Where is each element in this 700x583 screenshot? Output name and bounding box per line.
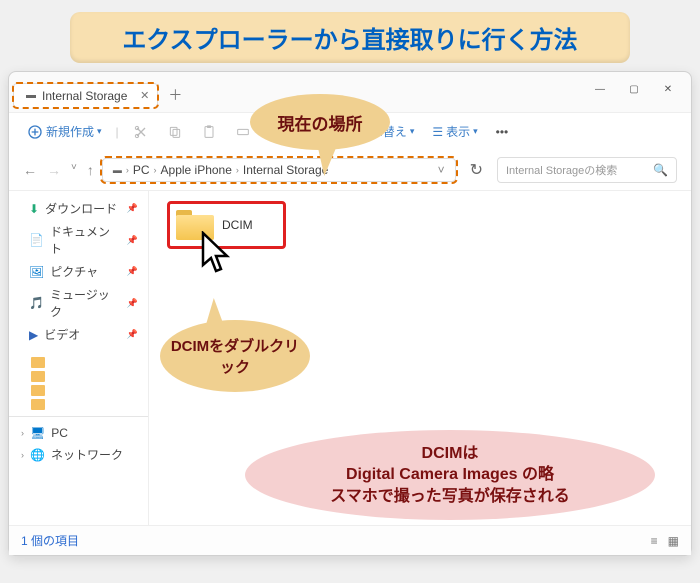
video-icon: ▶ (29, 328, 38, 342)
status-count: 1 個の項目 (21, 532, 79, 549)
sidebar-label: ミュージック (50, 286, 121, 320)
sidebar-label: ネットワーク (51, 446, 123, 463)
tab-title: Internal Storage (42, 89, 127, 103)
forward-button[interactable]: → (47, 162, 61, 178)
minimize-button[interactable]: — (583, 76, 617, 102)
sidebar-label: ドキュメント (50, 223, 121, 257)
download-icon: ⬇ (29, 202, 39, 216)
pin-icon: 📌 (127, 298, 138, 309)
cut-icon (133, 124, 149, 140)
paste-button[interactable] (197, 122, 221, 142)
view-details-button[interactable]: ≡ (651, 534, 658, 548)
drive-icon: ▬ (26, 90, 36, 101)
back-button[interactable]: ← (23, 162, 37, 178)
folder-icon[interactable] (31, 371, 45, 382)
folder-icon[interactable] (31, 357, 45, 368)
new-icon (27, 124, 43, 140)
document-icon: 📄 (29, 233, 44, 247)
sidebar-item-music[interactable]: 🎵 ミュージック 📌 (9, 283, 148, 323)
folder-icon (176, 210, 214, 240)
sidebar-item-network[interactable]: › 🌐 ネットワーク (9, 443, 148, 466)
new-label: 新規作成 (46, 123, 94, 140)
copy-icon (167, 124, 183, 140)
sidebar-label: ピクチャ (50, 263, 98, 280)
picture-icon: 🖼 (29, 265, 44, 279)
tab-internal-storage[interactable]: ▬ Internal Storage ✕ (13, 83, 158, 108)
dcim-folder[interactable]: DCIM (167, 201, 286, 249)
close-window-button[interactable]: ✕ (651, 76, 685, 102)
statusbar: 1 個の項目 ≡ ▦ (9, 525, 691, 555)
nav-arrows: ← → ˅ ↑ (23, 162, 94, 178)
callout-dcim-explanation: DCIMはDigital Camera Images の略スマホで撮った写真が保… (245, 430, 655, 520)
pc-icon: 🖥 (30, 426, 45, 440)
search-placeholder: Internal Storageの検索 (506, 162, 617, 178)
new-button[interactable]: 新規作成 ▾ (23, 121, 106, 142)
sidebar-item-downloads[interactable]: ⬇ ダウンロード 📌 (9, 197, 148, 220)
cut-button[interactable] (129, 122, 153, 142)
sidebar-item-documents[interactable]: 📄 ドキュメント 📌 (9, 220, 148, 260)
folder-icon[interactable] (31, 385, 45, 396)
sidebar-label: ダウンロード (45, 200, 117, 217)
bc-iphone[interactable]: Apple iPhone (161, 163, 232, 177)
maximize-button[interactable]: ▢ (617, 76, 651, 102)
up-button[interactable]: ↑ (87, 162, 94, 178)
sidebar-label: ビデオ (44, 326, 80, 343)
rename-icon (235, 124, 251, 140)
search-icon: 🔍 (653, 163, 668, 177)
view-grid-button[interactable]: ▦ (668, 534, 679, 548)
bc-internal[interactable]: Internal Storage (243, 163, 328, 177)
more-button[interactable]: ••• (492, 123, 513, 141)
network-icon: 🌐 (30, 448, 45, 462)
sidebar-recent-folders (9, 357, 148, 410)
breadcrumb-dropdown-icon[interactable]: ˅ (438, 163, 445, 177)
drive-icon: ▬ (113, 165, 122, 175)
callout-current-location: 現在の場所 (250, 94, 390, 150)
paste-icon (201, 124, 217, 140)
music-icon: 🎵 (29, 296, 44, 310)
callout-dcim-doubleclick: DCIMをダブルクリック (160, 320, 310, 392)
window-controls: — ▢ ✕ (583, 76, 685, 102)
pin-icon: 📌 (127, 203, 138, 214)
dcim-label: DCIM (222, 218, 253, 232)
bc-pc[interactable]: PC (133, 163, 150, 177)
address-bar-row: ← → ˅ ↑ ▬ › PC › Apple iPhone › Internal… (9, 150, 691, 191)
pin-icon: 📌 (127, 266, 138, 277)
copy-button[interactable] (163, 122, 187, 142)
close-tab-icon[interactable]: ✕ (140, 89, 149, 102)
pink-text: DCIMはDigital Camera Images の略スマホで撮った写真が保… (330, 443, 570, 508)
refresh-button[interactable]: ↻ (464, 156, 489, 184)
view-icon: ☰ (432, 125, 443, 139)
sidebar-label: PC (51, 426, 68, 440)
history-chevron-icon[interactable]: ˅ (71, 162, 77, 178)
sidebar-item-pictures[interactable]: 🖼 ピクチャ 📌 (9, 260, 148, 283)
pin-icon: 📌 (127, 329, 138, 340)
pin-icon: 📌 (127, 235, 138, 246)
view-label: 表示 (446, 123, 470, 140)
sidebar-item-pc[interactable]: › 🖥 PC (9, 423, 148, 443)
sidebar-item-videos[interactable]: ▶ ビデオ 📌 (9, 323, 148, 346)
view-button[interactable]: ☰ 表示 ▾ (428, 121, 481, 142)
page-banner: エクスプローラーから直接取りに行く方法 (70, 12, 630, 63)
sidebar: ⬇ ダウンロード 📌 📄 ドキュメント 📌 🖼 ピクチャ 📌 🎵 ミュージック … (9, 191, 149, 541)
folder-icon[interactable] (31, 399, 45, 410)
search-input[interactable]: Internal Storageの検索 🔍 (497, 157, 677, 183)
new-tab-button[interactable]: ＋ (158, 85, 192, 105)
breadcrumb[interactable]: ▬ › PC › Apple iPhone › Internal Storage… (102, 158, 456, 182)
